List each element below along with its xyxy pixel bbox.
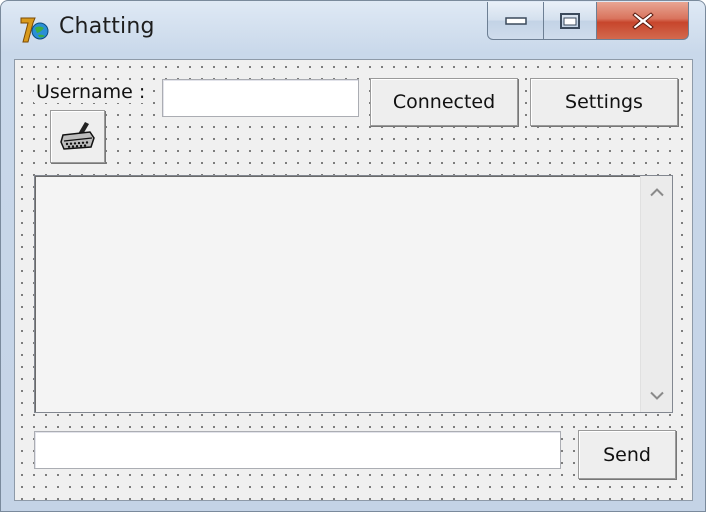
scroll-down-arrow-icon bbox=[649, 391, 664, 400]
minimize-icon bbox=[504, 16, 527, 25]
maximize-button[interactable] bbox=[544, 2, 597, 40]
connect-button-label: Connected bbox=[392, 91, 496, 113]
title-bar[interactable]: Chatting bbox=[1, 1, 705, 59]
maximize-icon bbox=[560, 12, 580, 29]
window-title: Chatting bbox=[59, 14, 155, 39]
chat-scrollbar[interactable] bbox=[640, 176, 672, 412]
message-input[interactable] bbox=[34, 431, 561, 469]
caption-buttons bbox=[487, 2, 689, 40]
username-input[interactable] bbox=[162, 79, 359, 117]
scroll-up-button[interactable] bbox=[641, 178, 672, 206]
minimize-button[interactable] bbox=[487, 2, 544, 40]
scroll-down-button[interactable] bbox=[641, 382, 672, 410]
chat-log-text bbox=[39, 180, 638, 408]
scroll-up-arrow-icon bbox=[649, 188, 664, 197]
send-button-label: Send bbox=[603, 443, 651, 466]
app-window: Chatting Username : Connected Settings S… bbox=[0, 0, 706, 512]
close-icon bbox=[631, 11, 654, 30]
username-label: Username : bbox=[34, 81, 148, 103]
connect-button[interactable]: Connected bbox=[370, 78, 518, 126]
chat-log[interactable] bbox=[34, 175, 673, 413]
send-button[interactable]: Send bbox=[578, 430, 676, 479]
settings-button-label: Settings bbox=[565, 91, 643, 113]
chat-form: Username : Connected Settings Send bbox=[14, 59, 693, 501]
plug-button[interactable] bbox=[50, 110, 105, 163]
close-button[interactable] bbox=[597, 2, 689, 40]
app-logo-icon[interactable] bbox=[19, 15, 53, 45]
serial-plug-icon bbox=[59, 121, 95, 150]
settings-button[interactable]: Settings bbox=[530, 78, 678, 126]
